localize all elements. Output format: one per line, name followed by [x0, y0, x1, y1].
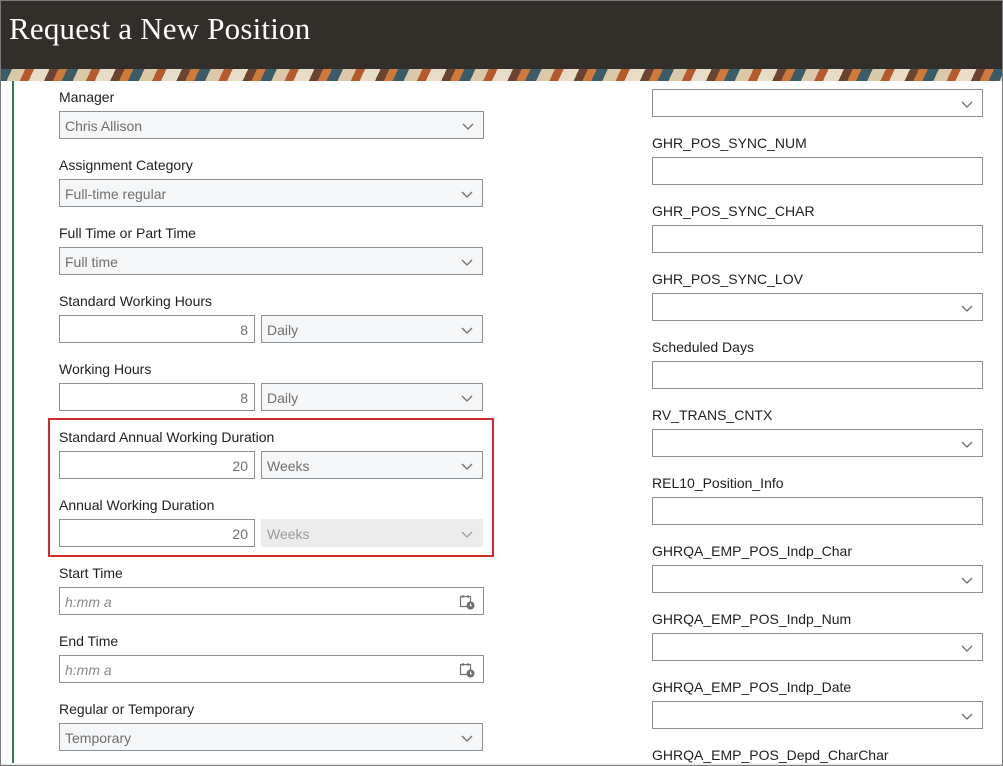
assignment-category-label: Assignment Category — [59, 157, 193, 173]
annual-working-duration-value: 20 — [232, 526, 248, 542]
ghrqa-indp-num-label: GHRQA_EMP_POS_Indp_Num — [652, 611, 852, 627]
ghr-pos-sync-char-label: GHR_POS_SYNC_CHAR — [652, 203, 815, 219]
ghr-pos-sync-lov-label: GHR_POS_SYNC_LOV — [652, 271, 803, 287]
working-hours-frequency-select[interactable]: Daily — [261, 383, 483, 411]
regular-temporary-label: Regular or Temporary — [59, 701, 195, 717]
end-time-input[interactable]: h:mm a — [59, 655, 484, 683]
calendar-clock-icon[interactable] — [459, 594, 475, 610]
chevron-down-icon — [461, 531, 473, 538]
ghrqa-indp-char-select[interactable] — [652, 565, 983, 593]
standard-working-hours-value: 8 — [240, 322, 248, 338]
working-hours-frequency: Daily — [267, 390, 299, 406]
standard-working-hours-input[interactable]: 8 — [59, 315, 255, 343]
working-hours-input[interactable]: 8 — [59, 383, 255, 411]
manager-label: Manager — [59, 89, 115, 105]
assignment-category-value: Full-time regular — [65, 186, 167, 202]
ghrqa-indp-num-select[interactable] — [652, 633, 983, 661]
regular-temporary-select[interactable]: Temporary — [59, 723, 483, 751]
chevron-down-icon — [461, 463, 473, 470]
chevron-down-icon — [462, 123, 474, 130]
page-header: Request a New Position — [1, 1, 1002, 69]
chevron-down-icon — [961, 645, 973, 652]
working-hours-value: 8 — [240, 390, 248, 406]
ghr-pos-sync-char-input[interactable] — [652, 225, 983, 253]
annual-working-duration-label: Annual Working Duration — [59, 497, 215, 513]
ghr-pos-sync-num-input[interactable] — [652, 157, 983, 185]
scheduled-days-input[interactable] — [652, 361, 983, 389]
chevron-down-icon — [461, 395, 473, 402]
regular-temporary-value: Temporary — [65, 730, 132, 746]
start-time-label: Start Time — [59, 565, 123, 581]
full-part-time-select[interactable]: Full time — [59, 247, 483, 275]
rv-trans-cntx-select[interactable] — [652, 429, 983, 457]
ghrqa-indp-date-label: GHRQA_EMP_POS_Indp_Date — [652, 679, 852, 695]
section-accent-rule — [12, 81, 14, 765]
standard-working-hours-frequency-select[interactable]: Daily — [261, 315, 483, 343]
chevron-down-icon — [461, 259, 473, 266]
end-time-label: End Time — [59, 633, 119, 649]
start-time-placeholder: h:mm a — [65, 594, 112, 610]
standard-annual-working-duration-label: Standard Annual Working Duration — [59, 429, 275, 445]
working-hours-label: Working Hours — [59, 361, 152, 377]
ghrqa-indp-date-select[interactable] — [652, 701, 983, 729]
standard-working-hours-frequency: Daily — [267, 322, 299, 338]
rel10-position-info-label: REL10_Position_Info — [652, 475, 784, 491]
ghr-pos-sync-lov-select[interactable] — [652, 293, 983, 321]
start-time-input[interactable]: h:mm a — [59, 587, 484, 615]
chevron-down-icon — [961, 441, 973, 448]
calendar-clock-icon[interactable] — [459, 662, 475, 678]
assignment-category-select[interactable]: Full-time regular — [59, 179, 483, 207]
chevron-down-icon — [461, 191, 473, 198]
unlabeled-select[interactable] — [652, 89, 983, 117]
chevron-down-icon — [961, 305, 973, 312]
standard-working-hours-label: Standard Working Hours — [59, 293, 213, 309]
rv-trans-cntx-label: RV_TRANS_CNTX — [652, 407, 773, 423]
scheduled-days-label: Scheduled Days — [652, 339, 754, 355]
standard-annual-working-duration-unit: Weeks — [267, 458, 310, 474]
end-time-placeholder: h:mm a — [65, 662, 112, 678]
full-part-time-value: Full time — [65, 254, 118, 270]
ghr-pos-sync-num-label: GHR_POS_SYNC_NUM — [652, 135, 807, 151]
annual-working-duration-input[interactable]: 20 — [59, 519, 255, 547]
manager-select[interactable]: Chris Allison — [59, 111, 484, 139]
chevron-down-icon — [961, 713, 973, 720]
chevron-down-icon — [461, 735, 473, 742]
ghrqa-depd-charchar-label: GHRQA_EMP_POS_Depd_CharChar — [652, 747, 889, 763]
standard-annual-working-duration-unit-select[interactable]: Weeks — [261, 451, 483, 479]
rel10-position-info-input[interactable] — [652, 497, 983, 525]
standard-annual-working-duration-value: 20 — [232, 458, 248, 474]
page-frame: Request a New Position Manager Chris All… — [0, 0, 1003, 766]
annual-working-duration-unit-select: Weeks — [261, 519, 483, 547]
chevron-down-icon — [961, 577, 973, 584]
annual-working-duration-unit: Weeks — [267, 526, 310, 542]
full-part-time-label: Full Time or Part Time — [59, 225, 196, 241]
chevron-down-icon — [461, 327, 473, 334]
standard-annual-working-duration-input[interactable]: 20 — [59, 451, 255, 479]
page-title: Request a New Position — [9, 11, 311, 46]
manager-value: Chris Allison — [65, 118, 143, 134]
chevron-down-icon — [961, 101, 973, 108]
ghrqa-indp-char-label: GHRQA_EMP_POS_Indp_Char — [652, 543, 852, 559]
decorative-banner — [1, 69, 1002, 81]
